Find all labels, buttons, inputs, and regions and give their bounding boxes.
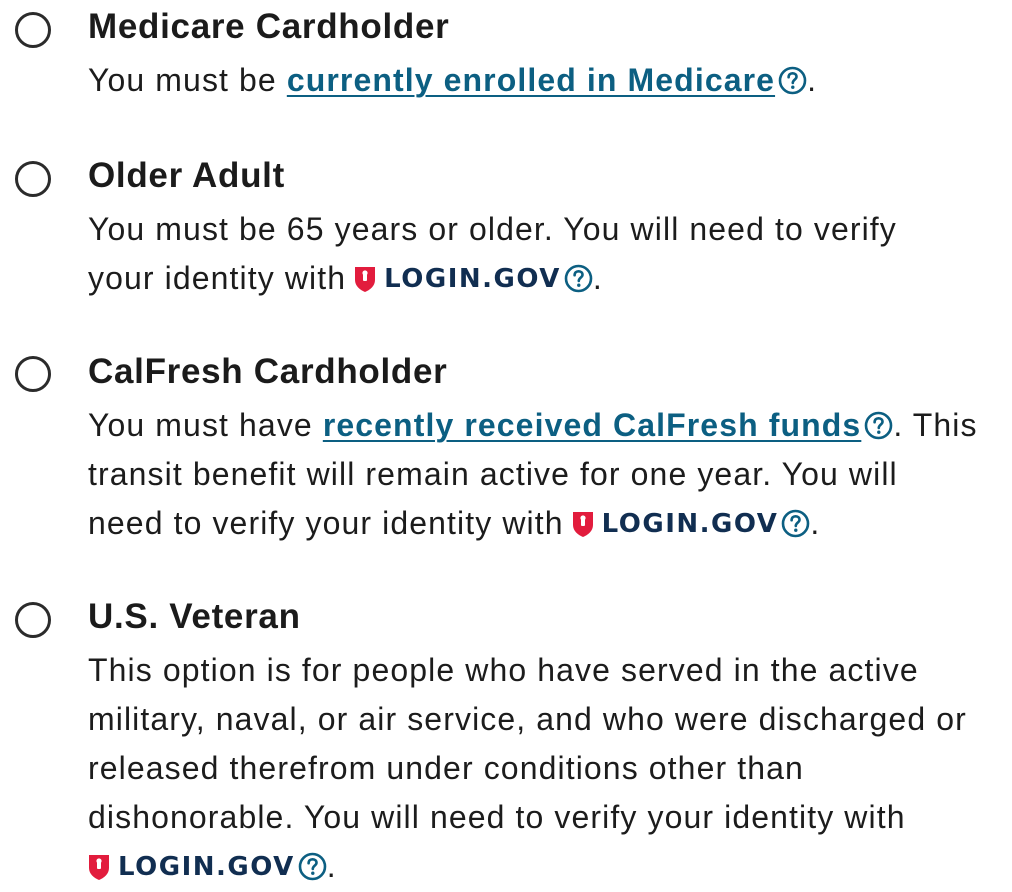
description-text: . <box>326 848 337 884</box>
description-text: . <box>810 505 821 541</box>
help-icon[interactable] <box>564 264 593 293</box>
radio-medicare-cardholder[interactable] <box>15 12 51 48</box>
logingov-logo: LOGIN.GOV <box>572 500 779 549</box>
description-line: released therefrom under conditions othe… <box>88 750 804 786</box>
logingov-wordmark: LOGIN.GOV <box>384 263 561 294</box>
description-text: need to verify your identity with <box>88 505 564 541</box>
description-line: dishonorable. You will need to verify yo… <box>88 799 906 835</box>
option-title: Medicare Cardholder <box>88 7 450 46</box>
help-icon[interactable] <box>778 66 807 95</box>
radio-us-veteran[interactable] <box>15 602 51 638</box>
logingov-wordmark: LOGIN.GOV <box>118 851 295 882</box>
shield-icon <box>572 510 594 538</box>
description-line: transit benefit will remain active for o… <box>88 456 898 492</box>
option-title: Older Adult <box>88 156 285 195</box>
logingov-logo: LOGIN.GOV <box>354 255 561 304</box>
description-line: You must be 65 years or older. You will … <box>88 211 897 247</box>
shield-icon <box>88 853 110 881</box>
option-title: U.S. Veteran <box>88 597 301 636</box>
help-icon[interactable] <box>298 852 327 881</box>
description-text: . <box>807 62 818 98</box>
medicare-enrollment-link[interactable]: currently enrolled in Medicare <box>287 62 775 98</box>
description-text: You must be <box>88 62 287 98</box>
description-line: This option is for people who have serve… <box>88 652 919 688</box>
logingov-wordmark: LOGIN.GOV <box>601 508 779 539</box>
help-icon[interactable] <box>781 509 810 538</box>
calfresh-funds-link[interactable]: recently received CalFresh funds <box>323 407 862 443</box>
radio-calfresh-cardholder[interactable] <box>15 356 51 392</box>
option-description: You must have recently received CalFresh… <box>88 401 1008 549</box>
description-text: . <box>592 260 603 296</box>
radio-older-adult[interactable] <box>15 161 51 197</box>
option-title: CalFresh Cardholder <box>88 352 448 391</box>
description-text: . This <box>893 407 978 443</box>
option-description: This option is for people who have serve… <box>88 646 1008 892</box>
option-description: You must be 65 years or older. You will … <box>88 205 1008 304</box>
description-text: You must have <box>88 407 323 443</box>
shield-icon <box>354 265 376 293</box>
description-line: military, naval, or air service, and who… <box>88 701 967 737</box>
option-description: You must be currently enrolled in Medica… <box>88 56 1008 105</box>
description-text: your identity with <box>88 260 347 296</box>
help-icon[interactable] <box>864 411 893 440</box>
logingov-logo: LOGIN.GOV <box>88 843 295 892</box>
